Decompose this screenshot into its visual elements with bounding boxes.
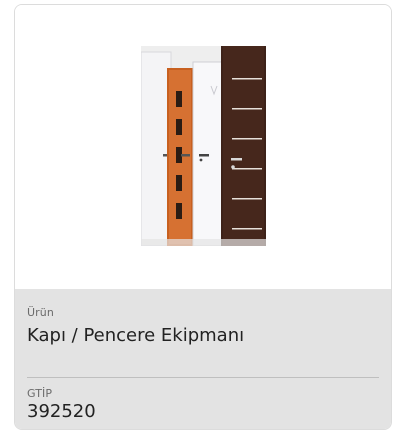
product-info-panel: Ürün Kapı / Pencere Ekipmanı GTİP 392520 xyxy=(15,289,391,429)
gtip-value: 392520 xyxy=(27,401,96,422)
product-image xyxy=(141,46,266,246)
product-card[interactable]: Ürün Kapı / Pencere Ekipmanı GTİP 392520 xyxy=(14,4,392,430)
gtip-label: GTİP xyxy=(27,387,53,400)
product-image-area xyxy=(15,5,391,289)
divider xyxy=(27,377,379,378)
product-value: Kapı / Pencere Ekipmanı xyxy=(27,325,245,346)
product-label: Ürün xyxy=(27,306,54,319)
door-photo-icon xyxy=(141,46,266,246)
